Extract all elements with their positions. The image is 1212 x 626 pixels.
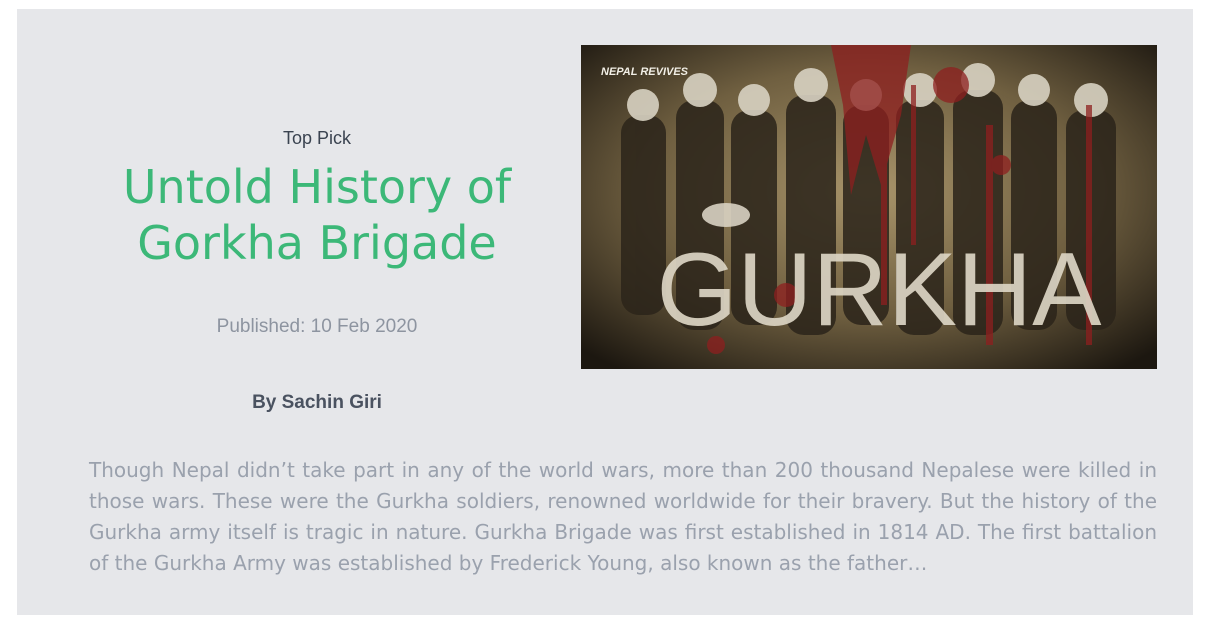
article-hero-image[interactable]: GURKHA NEPAL REVIVES: [581, 45, 1157, 369]
top-pick-label: Top Pick: [282, 128, 352, 148]
article-title[interactable]: Untold History of Gorkha Brigade: [89, 159, 545, 271]
gurkha-soldiers-photo: GURKHA NEPAL REVIVES: [581, 45, 1157, 369]
image-watermark: NEPAL REVIVES: [601, 66, 689, 78]
article-excerpt: Though Nepal didn’t take part in any of …: [89, 458, 1157, 575]
image-overlay-word: GURKHA: [657, 232, 1103, 348]
article-card[interactable]: Top Pick Untold History of Gorkha Brigad…: [17, 9, 1193, 615]
author-byline: By Sachin Giri: [252, 392, 382, 413]
published-date: Published: 10 Feb 2020: [216, 316, 418, 337]
